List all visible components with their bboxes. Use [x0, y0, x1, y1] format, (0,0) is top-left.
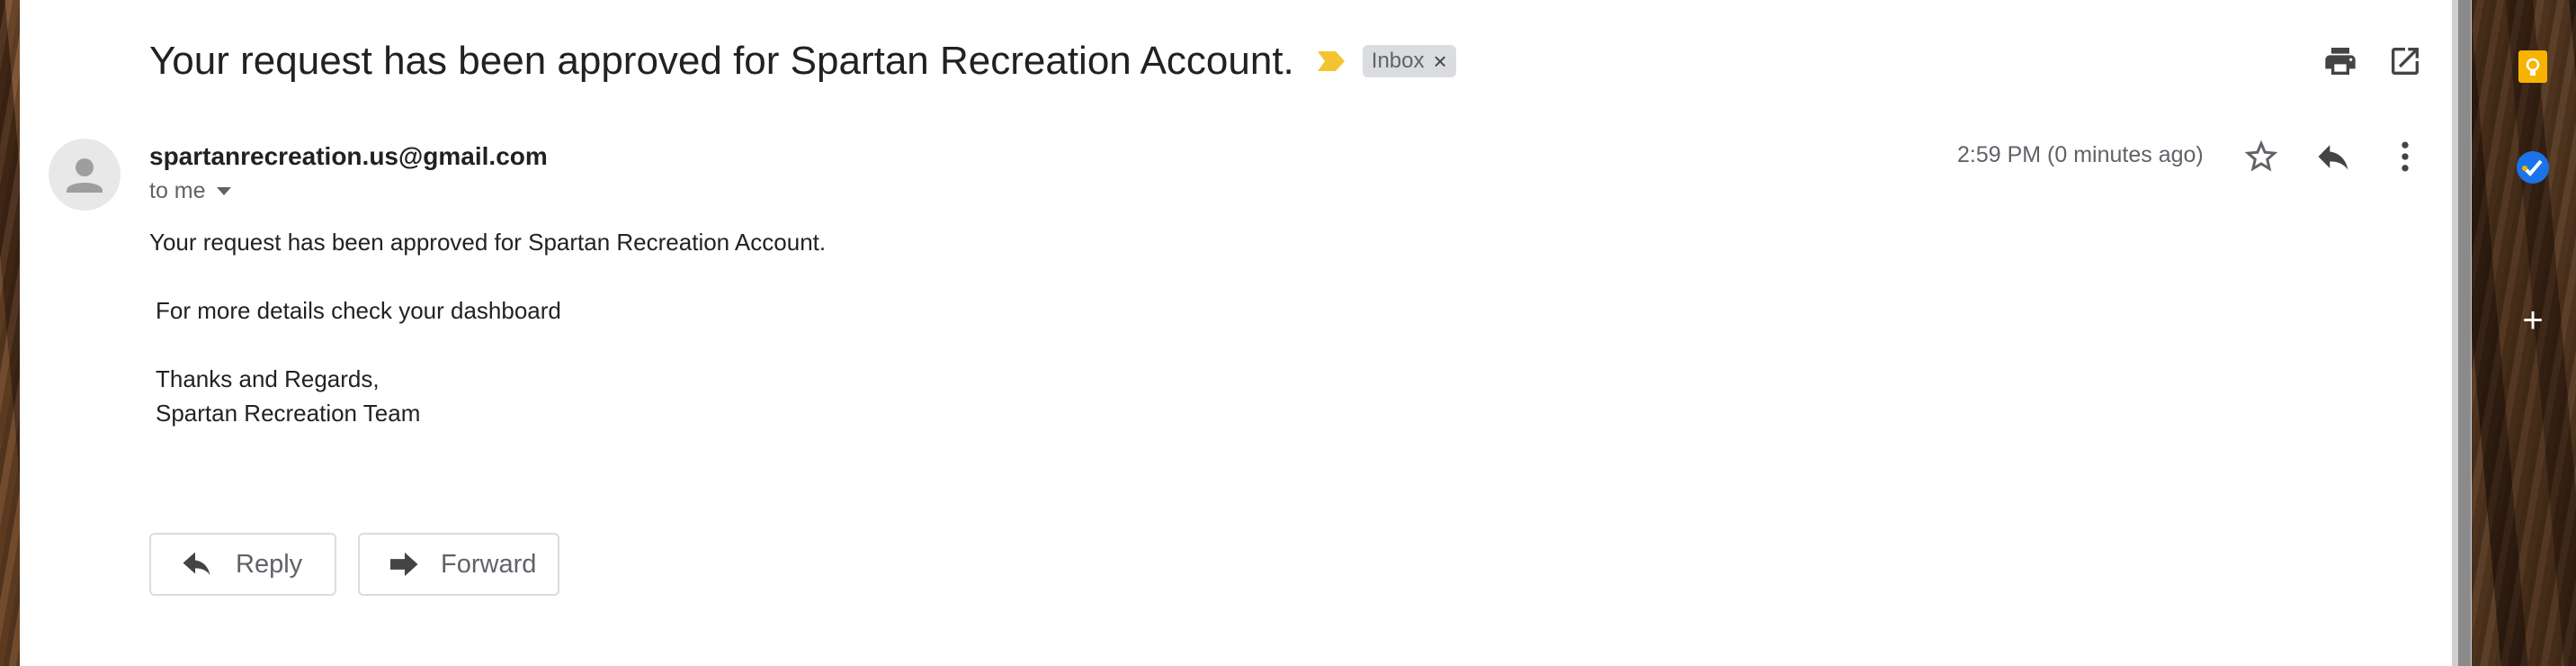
label-important-icon[interactable] — [1316, 50, 1346, 73]
sender-avatar — [49, 139, 121, 211]
tasks-icon[interactable] — [2515, 149, 2551, 185]
chevron-down-icon — [216, 186, 231, 195]
remove-label-icon[interactable]: × — [1434, 48, 1447, 76]
reply-icon — [183, 552, 210, 575]
forward-button[interactable]: Forward — [358, 533, 559, 596]
recipient-line: to me — [149, 178, 206, 203]
person-icon — [67, 158, 103, 193]
reply-button[interactable]: Reply — [149, 533, 336, 596]
body-line-details: For more details check your dashboard — [156, 297, 561, 324]
keep-icon[interactable] — [2515, 49, 2551, 85]
more-vert-icon[interactable] — [2385, 137, 2425, 176]
subject-row: Your request has been approved for Spart… — [149, 32, 1456, 90]
body-line-signature: Spartan Recreation Team — [156, 400, 421, 427]
body-line-closing: Thanks and Regards, — [156, 365, 380, 392]
star-outline-icon[interactable] — [2241, 137, 2281, 176]
add-addon-button[interactable]: + — [2517, 302, 2549, 338]
email-subject: Your request has been approved for Spart… — [149, 39, 1294, 83]
email-timestamp: 2:59 PM (0 minutes ago) — [1957, 142, 2204, 167]
body-line-approval: Your request has been approved for Spart… — [149, 229, 827, 256]
forward-icon — [390, 552, 418, 577]
reply-icon[interactable] — [2313, 137, 2353, 176]
recipient-details-toggle[interactable]: to me — [149, 178, 231, 204]
open-in-new-icon[interactable] — [2387, 43, 2423, 79]
inbox-label-text: Inbox — [1371, 49, 1425, 73]
inbox-label-chip: Inbox × — [1362, 45, 1456, 77]
scrollbar-thumb[interactable] — [2458, 0, 2471, 666]
forward-button-label: Forward — [441, 549, 537, 579]
print-icon[interactable] — [2322, 43, 2358, 79]
reply-button-label: Reply — [236, 549, 303, 579]
sender-address: spartanrecreation.us@gmail.com — [149, 142, 548, 170]
